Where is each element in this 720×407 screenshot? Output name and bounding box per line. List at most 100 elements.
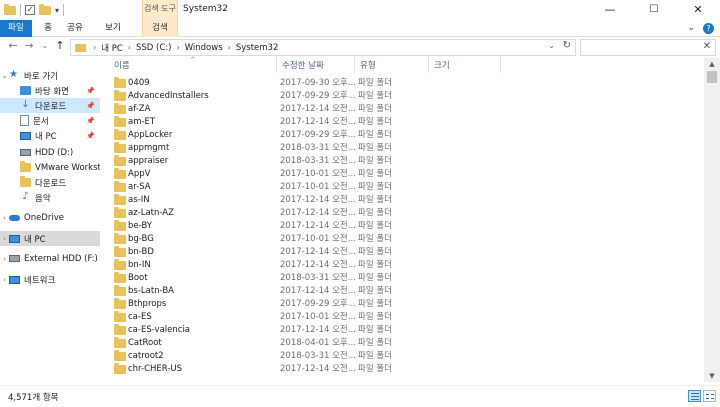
vertical-scrollbar[interactable]: ▲ ▼ <box>704 58 720 382</box>
table-row[interactable]: AppLocker 2017-09-29 오후... 파일 폴더 <box>104 129 704 142</box>
file-name[interactable]: bn-IN <box>128 259 151 272</box>
large-icons-view-button[interactable] <box>703 390 716 402</box>
file-name[interactable]: bs-Latn-BA <box>128 285 174 298</box>
table-row[interactable]: az-Latn-AZ 2017-12-14 오전... 파일 폴더 <box>104 207 704 220</box>
chevron-down-icon[interactable]: ⌄ <box>0 72 9 80</box>
file-name[interactable]: CatRoot <box>128 337 162 350</box>
table-row[interactable]: bn-BD 2017-12-14 오전... 파일 폴더 <box>104 246 704 259</box>
table-row[interactable]: 0409 2017-09-30 오후... 파일 폴더 <box>104 77 704 90</box>
table-row[interactable]: bg-BG 2017-10-01 오전... 파일 폴더 <box>104 233 704 246</box>
tab-file[interactable]: 파일 <box>0 20 32 37</box>
tab-share[interactable]: 공유 <box>62 20 88 37</box>
nav-item-external-hdd[interactable]: › External HDD (F:) <box>0 251 100 266</box>
file-name[interactable]: be-BY <box>128 220 152 233</box>
file-name[interactable]: AppLocker <box>128 129 172 142</box>
maximize-button[interactable]: ☐ <box>632 0 676 20</box>
details-view-button[interactable] <box>688 390 701 402</box>
file-name[interactable]: af-ZA <box>128 103 150 116</box>
breadcrumb-system32[interactable]: System32 <box>236 43 279 53</box>
table-row[interactable]: ar-SA 2017-10-01 오전... 파일 폴더 <box>104 181 704 194</box>
minimize-button[interactable]: — <box>588 0 632 20</box>
help-icon[interactable]: ? <box>703 23 714 34</box>
column-header-date[interactable]: 수정한 날짜 <box>282 59 352 73</box>
nav-item-onedrive[interactable]: › OneDrive <box>0 210 100 225</box>
file-name[interactable]: appraiser <box>128 155 168 168</box>
nav-item-this-pc-pinned[interactable]: 내 PC 📌 <box>0 128 100 143</box>
tab-home[interactable]: 홈 <box>38 20 58 37</box>
file-name[interactable]: ca-ES <box>128 311 152 324</box>
table-row[interactable]: appraiser 2018-03-31 오전... 파일 폴더 <box>104 155 704 168</box>
recent-locations-button[interactable]: ⌄ <box>38 41 52 50</box>
nav-item-documents[interactable]: 문서 📌 <box>0 113 100 128</box>
chevron-down-icon[interactable]: ⌄ <box>687 23 695 34</box>
chevron-right-icon[interactable]: › <box>0 255 9 263</box>
table-row[interactable]: ca-ES-valencia 2017-12-14 오전... 파일 폴더 <box>104 324 704 337</box>
table-row[interactable]: appmgmt 2018-03-31 오전... 파일 폴더 <box>104 142 704 155</box>
customize-toolbar-icon[interactable]: ▾ <box>55 6 59 15</box>
nav-item-hdd-d[interactable]: HDD (D:) <box>0 145 100 160</box>
breadcrumb-windows[interactable]: Windows <box>185 43 223 53</box>
nav-item-music[interactable]: ♪ 음악 <box>0 190 100 205</box>
forward-button[interactable]: → <box>22 39 36 52</box>
nav-item-quick-access[interactable]: ⌄ ★ 바로 가기 <box>0 68 100 83</box>
clear-search-icon[interactable]: ✕ <box>703 41 711 52</box>
nav-item-vmware[interactable]: VMware Workstatic <box>0 160 100 175</box>
file-name[interactable]: catroot2 <box>128 350 164 363</box>
table-row[interactable]: bs-Latn-BA 2017-12-14 오전... 파일 폴더 <box>104 285 704 298</box>
file-name[interactable]: Boot <box>128 272 148 285</box>
nav-item-this-pc[interactable]: › 내 PC <box>0 231 100 246</box>
file-name[interactable]: bg-BG <box>128 233 154 246</box>
file-name[interactable]: bn-BD <box>128 246 154 259</box>
table-row[interactable]: af-ZA 2017-12-14 오전... 파일 폴더 <box>104 103 704 116</box>
new-folder-icon[interactable] <box>39 3 51 15</box>
table-row[interactable]: CatRoot 2018-04-01 오후... 파일 폴더 <box>104 337 704 350</box>
table-row[interactable]: AppV 2017-10-01 오전... 파일 폴더 <box>104 168 704 181</box>
file-name[interactable]: AppV <box>128 168 150 181</box>
nav-item-downloads[interactable]: ↓ 다운로드 📌 <box>0 98 100 113</box>
table-row[interactable]: Boot 2018-03-31 오전... 파일 폴더 <box>104 272 704 285</box>
file-name[interactable]: az-Latn-AZ <box>128 207 174 220</box>
chevron-down-icon[interactable]: ⌄ <box>548 41 555 50</box>
scroll-down-icon[interactable]: ▼ <box>704 370 720 382</box>
file-name[interactable]: appmgmt <box>128 142 169 155</box>
table-row[interactable]: as-IN 2017-12-14 오전... 파일 폴더 <box>104 194 704 207</box>
file-name[interactable]: am-ET <box>128 116 155 129</box>
column-divider[interactable] <box>354 56 355 73</box>
breadcrumb-ssd-c[interactable]: SSD (C:) <box>136 43 171 53</box>
scrollbar-thumb[interactable] <box>707 71 717 83</box>
file-name[interactable]: chr-CHER-US <box>128 363 182 376</box>
refresh-icon[interactable]: ↻ <box>563 40 571 51</box>
back-button[interactable]: ← <box>6 39 20 52</box>
table-row[interactable]: am-ET 2017-12-14 오전... 파일 폴더 <box>104 116 704 129</box>
chevron-right-icon[interactable]: › <box>0 276 9 284</box>
breadcrumb-this-pc[interactable]: 내 PC <box>101 42 123 54</box>
properties-icon[interactable]: ✓ <box>25 5 35 15</box>
column-divider[interactable] <box>500 56 501 73</box>
table-row[interactable]: Bthprops 2017-09-29 오후... 파일 폴더 <box>104 298 704 311</box>
file-name[interactable]: AdvancedInstallers <box>128 90 209 103</box>
table-row[interactable]: catroot2 2018-03-31 오전... 파일 폴더 <box>104 350 704 363</box>
tab-view[interactable]: 보기 <box>100 20 126 37</box>
table-row[interactable]: be-BY 2017-12-14 오전... 파일 폴더 <box>104 220 704 233</box>
file-name[interactable]: ar-SA <box>128 181 151 194</box>
tab-search[interactable]: 검색 <box>142 20 178 37</box>
table-row[interactable]: ca-ES 2017-10-01 오전... 파일 폴더 <box>104 311 704 324</box>
column-divider[interactable] <box>276 56 277 73</box>
chevron-right-icon[interactable]: › <box>0 214 9 222</box>
address-bar[interactable]: › 내 PC › SSD (C:) › Windows › System32 ⌄… <box>70 39 576 56</box>
file-name[interactable]: ca-ES-valencia <box>128 324 190 337</box>
file-name[interactable]: Bthprops <box>128 298 166 311</box>
close-button[interactable]: ✕ <box>676 0 720 20</box>
up-button[interactable]: ↑ <box>53 39 67 52</box>
table-row[interactable]: chr-CHER-US 2017-12-14 오전... 파일 폴더 <box>104 363 704 376</box>
table-row[interactable]: bn-IN 2017-12-14 오전... 파일 폴더 <box>104 259 704 272</box>
chevron-right-icon[interactable]: › <box>0 235 9 243</box>
nav-item-downloads-folder[interactable]: 다운로드 <box>0 175 100 190</box>
file-name[interactable]: 0409 <box>128 77 150 90</box>
column-header-size[interactable]: 크기 <box>434 59 494 73</box>
column-header-type[interactable]: 유형 <box>360 59 430 73</box>
file-name[interactable]: as-IN <box>128 194 150 207</box>
table-row[interactable]: AdvancedInstallers 2017-09-29 오후... 파일 폴더 <box>104 90 704 103</box>
column-divider[interactable] <box>428 56 429 73</box>
scroll-up-icon[interactable]: ▲ <box>704 58 720 70</box>
